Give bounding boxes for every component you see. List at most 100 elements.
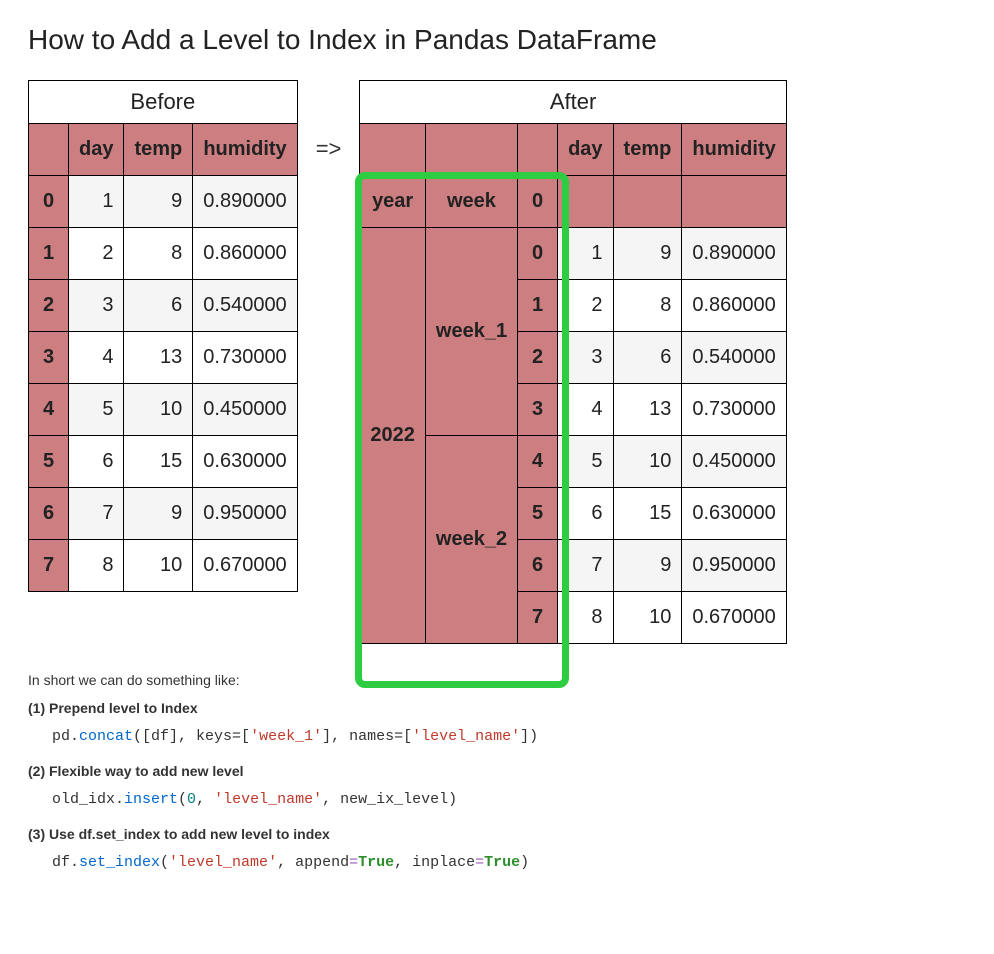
page-title: How to Add a Level to Index in Pandas Da… xyxy=(28,24,966,56)
cell-humidity: 0.890000 xyxy=(682,228,786,280)
code-block-2: old_idx.insert(0, 'level_name', new_ix_l… xyxy=(52,791,966,808)
cell-humidity: 0.730000 xyxy=(682,384,786,436)
table-row: 2 3 6 0.540000 xyxy=(29,280,298,332)
note-item-2-title: (2) Flexible way to add new level xyxy=(28,763,244,779)
table-row: 1 2 8 0.860000 xyxy=(29,228,298,280)
cell-humidity: 0.630000 xyxy=(193,436,297,488)
after-col-temp: temp xyxy=(613,124,682,176)
cell-temp: 10 xyxy=(613,436,682,488)
cell-humidity: 0.860000 xyxy=(682,280,786,332)
cell-humidity: 0.860000 xyxy=(193,228,297,280)
cell-humidity: 0.540000 xyxy=(682,332,786,384)
after-blank-header xyxy=(518,124,558,176)
code-block-1: pd.concat([df], keys=['week_1'], names=[… xyxy=(52,728,966,745)
row-index: 1 xyxy=(29,228,69,280)
row-index: 0 xyxy=(29,176,69,228)
before-table: Before day temp humidity 0 1 9 0.890000 … xyxy=(28,80,298,592)
table-row: 4 5 10 0.450000 xyxy=(29,384,298,436)
cell-day: 4 xyxy=(558,384,613,436)
cell-day: 8 xyxy=(558,592,613,644)
cell-humidity: 0.670000 xyxy=(682,592,786,644)
cell-day: 7 xyxy=(558,540,613,592)
row-index: 3 xyxy=(518,384,558,436)
notes-intro: In short we can do something like: xyxy=(28,672,966,688)
after-table: After day temp humidity year week 0 xyxy=(359,80,786,644)
cell-humidity: 0.890000 xyxy=(193,176,297,228)
row-index: 6 xyxy=(29,488,69,540)
after-index-name-week: week xyxy=(425,176,517,228)
cell-day: 6 xyxy=(69,436,124,488)
cell-humidity: 0.670000 xyxy=(193,540,297,592)
cell-humidity: 0.540000 xyxy=(193,280,297,332)
cell-temp: 13 xyxy=(124,332,193,384)
row-index: 4 xyxy=(29,384,69,436)
after-index-name-year: year xyxy=(360,176,426,228)
cell-temp: 6 xyxy=(124,280,193,332)
cell-temp: 13 xyxy=(613,384,682,436)
row-index: 6 xyxy=(518,540,558,592)
after-blank-header xyxy=(360,124,426,176)
before-caption: Before xyxy=(28,80,298,123)
row-index: 7 xyxy=(29,540,69,592)
cell-day: 8 xyxy=(69,540,124,592)
cell-day: 3 xyxy=(69,280,124,332)
cell-day: 2 xyxy=(69,228,124,280)
before-col-temp: temp xyxy=(124,124,193,176)
cell-humidity: 0.630000 xyxy=(682,488,786,540)
cell-humidity: 0.450000 xyxy=(682,436,786,488)
after-blank-cell xyxy=(682,176,786,228)
cell-temp: 8 xyxy=(613,280,682,332)
cell-day: 1 xyxy=(558,228,613,280)
arrow-icon: => xyxy=(316,136,342,162)
cell-day: 5 xyxy=(69,384,124,436)
row-index: 2 xyxy=(518,332,558,384)
before-col-day: day xyxy=(69,124,124,176)
row-index: 5 xyxy=(29,436,69,488)
table-row: 0 1 9 0.890000 xyxy=(29,176,298,228)
cell-temp: 15 xyxy=(124,436,193,488)
cell-temp: 15 xyxy=(613,488,682,540)
table-row: 7 8 10 0.670000 xyxy=(29,540,298,592)
after-caption: After xyxy=(359,80,786,123)
table-row: 2022 week_1 0 1 9 0.890000 xyxy=(360,228,786,280)
cell-temp: 6 xyxy=(613,332,682,384)
cell-temp: 9 xyxy=(124,176,193,228)
tables-comparison: Before day temp humidity 0 1 9 0.890000 … xyxy=(28,80,966,644)
cell-humidity: 0.950000 xyxy=(193,488,297,540)
cell-day: 4 xyxy=(69,332,124,384)
row-index: 7 xyxy=(518,592,558,644)
before-index-header xyxy=(29,124,69,176)
cell-day: 1 xyxy=(69,176,124,228)
after-blank-cell xyxy=(613,176,682,228)
week1-value: week_1 xyxy=(425,228,517,436)
table-row: 6 7 9 0.950000 xyxy=(29,488,298,540)
table-row: 5 6 15 0.630000 xyxy=(29,436,298,488)
note-item-1-title: (1) Prepend level to Index xyxy=(28,700,198,716)
year-value: 2022 xyxy=(360,228,426,644)
week2-value: week_2 xyxy=(425,436,517,644)
cell-temp: 10 xyxy=(124,384,193,436)
after-col-day: day xyxy=(558,124,613,176)
after-index-name-inner: 0 xyxy=(518,176,558,228)
after-blank-cell xyxy=(558,176,613,228)
cell-temp: 10 xyxy=(124,540,193,592)
code-block-3: df.set_index('level_name', append=True, … xyxy=(52,854,966,871)
table-row: 3 4 13 0.730000 xyxy=(29,332,298,384)
row-index: 5 xyxy=(518,488,558,540)
cell-temp: 9 xyxy=(613,540,682,592)
row-index: 0 xyxy=(518,228,558,280)
cell-temp: 8 xyxy=(124,228,193,280)
row-index: 2 xyxy=(29,280,69,332)
row-index: 1 xyxy=(518,280,558,332)
cell-humidity: 0.950000 xyxy=(682,540,786,592)
cell-day: 5 xyxy=(558,436,613,488)
row-index: 4 xyxy=(518,436,558,488)
cell-humidity: 0.450000 xyxy=(193,384,297,436)
cell-day: 7 xyxy=(69,488,124,540)
cell-temp: 9 xyxy=(613,228,682,280)
cell-temp: 10 xyxy=(613,592,682,644)
cell-temp: 9 xyxy=(124,488,193,540)
cell-day: 2 xyxy=(558,280,613,332)
notes-section: In short we can do something like: (1) P… xyxy=(28,672,966,871)
cell-day: 6 xyxy=(558,488,613,540)
